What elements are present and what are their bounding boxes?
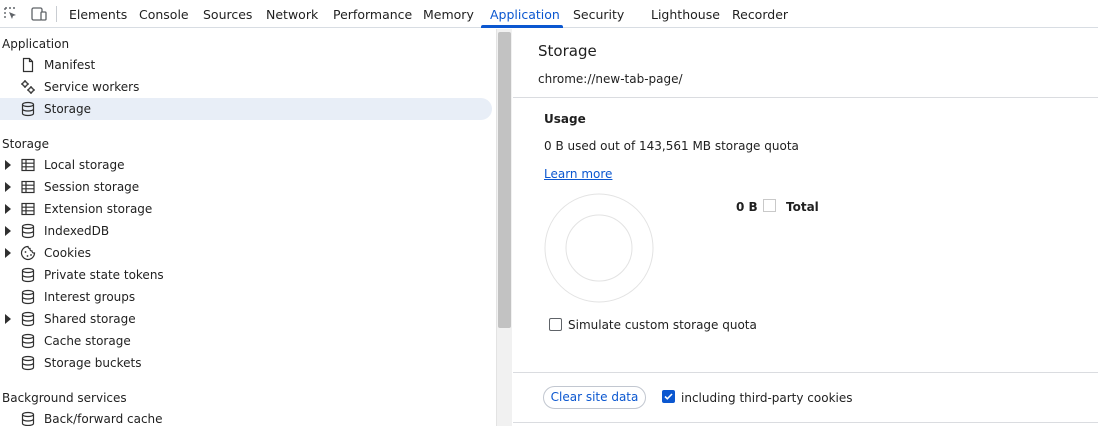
section-heading-background-services: Background services xyxy=(2,391,127,405)
tab-elements[interactable]: Elements xyxy=(69,0,127,28)
sidebar-item-extension-storage[interactable]: Extension storage xyxy=(0,198,492,220)
sidebar-item-label: Storage buckets xyxy=(44,356,142,370)
table-icon xyxy=(20,201,36,217)
sidebar-item-label: Local storage xyxy=(44,158,125,172)
database-icon xyxy=(20,311,36,327)
sidebar-item-label: Shared storage xyxy=(44,312,136,326)
usage-heading: Usage xyxy=(544,112,586,126)
devtools-toolbar: Elements Console Sources Network Perform… xyxy=(0,0,1098,28)
sidebar-item-label: Storage xyxy=(44,102,91,116)
usage-total-label: Total xyxy=(786,200,819,214)
database-icon xyxy=(20,289,36,305)
sidebar-item-shared-storage[interactable]: Shared storage xyxy=(0,308,492,330)
sidebar-item-storage-buckets[interactable]: Storage buckets xyxy=(0,352,492,374)
sidebar-item-label: Extension storage xyxy=(44,202,153,216)
third-party-cookies-checkbox[interactable] xyxy=(662,390,675,403)
tab-performance[interactable]: Performance xyxy=(333,0,412,28)
sidebar-item-session-storage[interactable]: Session storage xyxy=(0,176,492,198)
sidebar-item-interest-groups[interactable]: Interest groups xyxy=(0,286,492,308)
tab-security[interactable]: Security xyxy=(573,0,624,28)
device-toolbar-icon[interactable] xyxy=(30,6,47,22)
sidebar-item-indexeddb[interactable]: IndexedDB xyxy=(0,220,492,242)
sidebar-item-label: Cache storage xyxy=(44,334,131,348)
database-icon xyxy=(20,101,36,117)
expand-arrow-icon[interactable] xyxy=(5,314,11,324)
usage-total-value: 0 B xyxy=(736,200,758,214)
sidebar-item-cookies[interactable]: Cookies xyxy=(0,242,492,264)
sidebar-item-label: IndexedDB xyxy=(44,224,110,238)
document-icon xyxy=(20,57,36,73)
third-party-cookies-label[interactable]: including third-party cookies xyxy=(681,391,853,405)
tab-sources[interactable]: Sources xyxy=(203,0,252,28)
clear-site-data-button[interactable]: Clear site data xyxy=(543,386,646,409)
simulate-quota-label[interactable]: Simulate custom storage quota xyxy=(568,318,757,332)
database-icon xyxy=(20,355,36,371)
database-icon xyxy=(20,267,36,283)
tab-lighthouse[interactable]: Lighthouse xyxy=(651,0,720,28)
sidebar-item-label: Manifest xyxy=(44,58,96,72)
sidebar-item-service-workers[interactable]: Service workers xyxy=(0,76,492,98)
tab-recorder[interactable]: Recorder xyxy=(732,0,788,28)
sidebar-scrollbar-thumb[interactable] xyxy=(498,32,511,328)
expand-arrow-icon[interactable] xyxy=(5,248,11,258)
sidebar-item-storage[interactable]: Storage xyxy=(0,98,492,120)
sidebar-item-back-forward-cache[interactable]: Back/forward cache xyxy=(0,408,492,426)
sidebar-item-label: Service workers xyxy=(44,80,140,94)
section-heading-application: Application xyxy=(2,37,70,51)
learn-more-link[interactable]: Learn more xyxy=(544,167,612,181)
tab-network[interactable]: Network xyxy=(266,0,318,28)
sidebar-item-label: Interest groups xyxy=(44,290,136,304)
usage-pie-chart xyxy=(544,193,654,303)
sidebar-item-label: Cookies xyxy=(44,246,91,260)
tab-application[interactable]: Application xyxy=(490,0,560,28)
legend-swatch xyxy=(763,199,776,212)
inspect-element-icon[interactable] xyxy=(3,6,19,22)
sidebar-item-local-storage[interactable]: Local storage xyxy=(0,154,492,176)
divider xyxy=(513,97,1098,98)
database-icon xyxy=(20,223,36,239)
expand-arrow-icon[interactable] xyxy=(5,182,11,192)
database-icon xyxy=(20,333,36,349)
tab-console[interactable]: Console xyxy=(139,0,189,28)
table-icon xyxy=(20,179,36,195)
cookie-icon xyxy=(20,245,36,261)
toolbar-separator xyxy=(56,6,57,22)
simulate-quota-checkbox[interactable] xyxy=(549,318,562,331)
gears-icon xyxy=(20,79,36,95)
active-tab-indicator xyxy=(481,25,563,28)
divider xyxy=(513,372,1098,373)
page-title: Storage xyxy=(538,42,597,60)
sidebar-item-label: Private state tokens xyxy=(44,268,164,282)
sidebar-item-label: Back/forward cache xyxy=(44,412,163,426)
sidebar-item-cache-storage[interactable]: Cache storage xyxy=(0,330,492,352)
sidebar-item-label: Session storage xyxy=(44,180,140,194)
table-icon xyxy=(20,157,36,173)
storage-panel: Storage chrome://new-tab-page/ Usage 0 B… xyxy=(513,29,1098,426)
usage-summary: 0 B used out of 143,561 MB storage quota xyxy=(544,139,799,153)
divider xyxy=(513,422,1098,423)
expand-arrow-icon[interactable] xyxy=(5,160,11,170)
origin-url: chrome://new-tab-page/ xyxy=(538,72,683,86)
sidebar-item-private-state-tokens[interactable]: Private state tokens xyxy=(0,264,492,286)
expand-arrow-icon[interactable] xyxy=(5,204,11,214)
expand-arrow-icon[interactable] xyxy=(5,226,11,236)
database-icon xyxy=(20,411,36,426)
tab-memory[interactable]: Memory xyxy=(423,0,474,28)
sidebar-item-manifest[interactable]: Manifest xyxy=(0,54,492,76)
application-sidebar: Application Manifest Service workers Sto… xyxy=(0,29,496,426)
section-heading-storage: Storage xyxy=(2,137,49,151)
checkmark-icon xyxy=(664,393,673,400)
